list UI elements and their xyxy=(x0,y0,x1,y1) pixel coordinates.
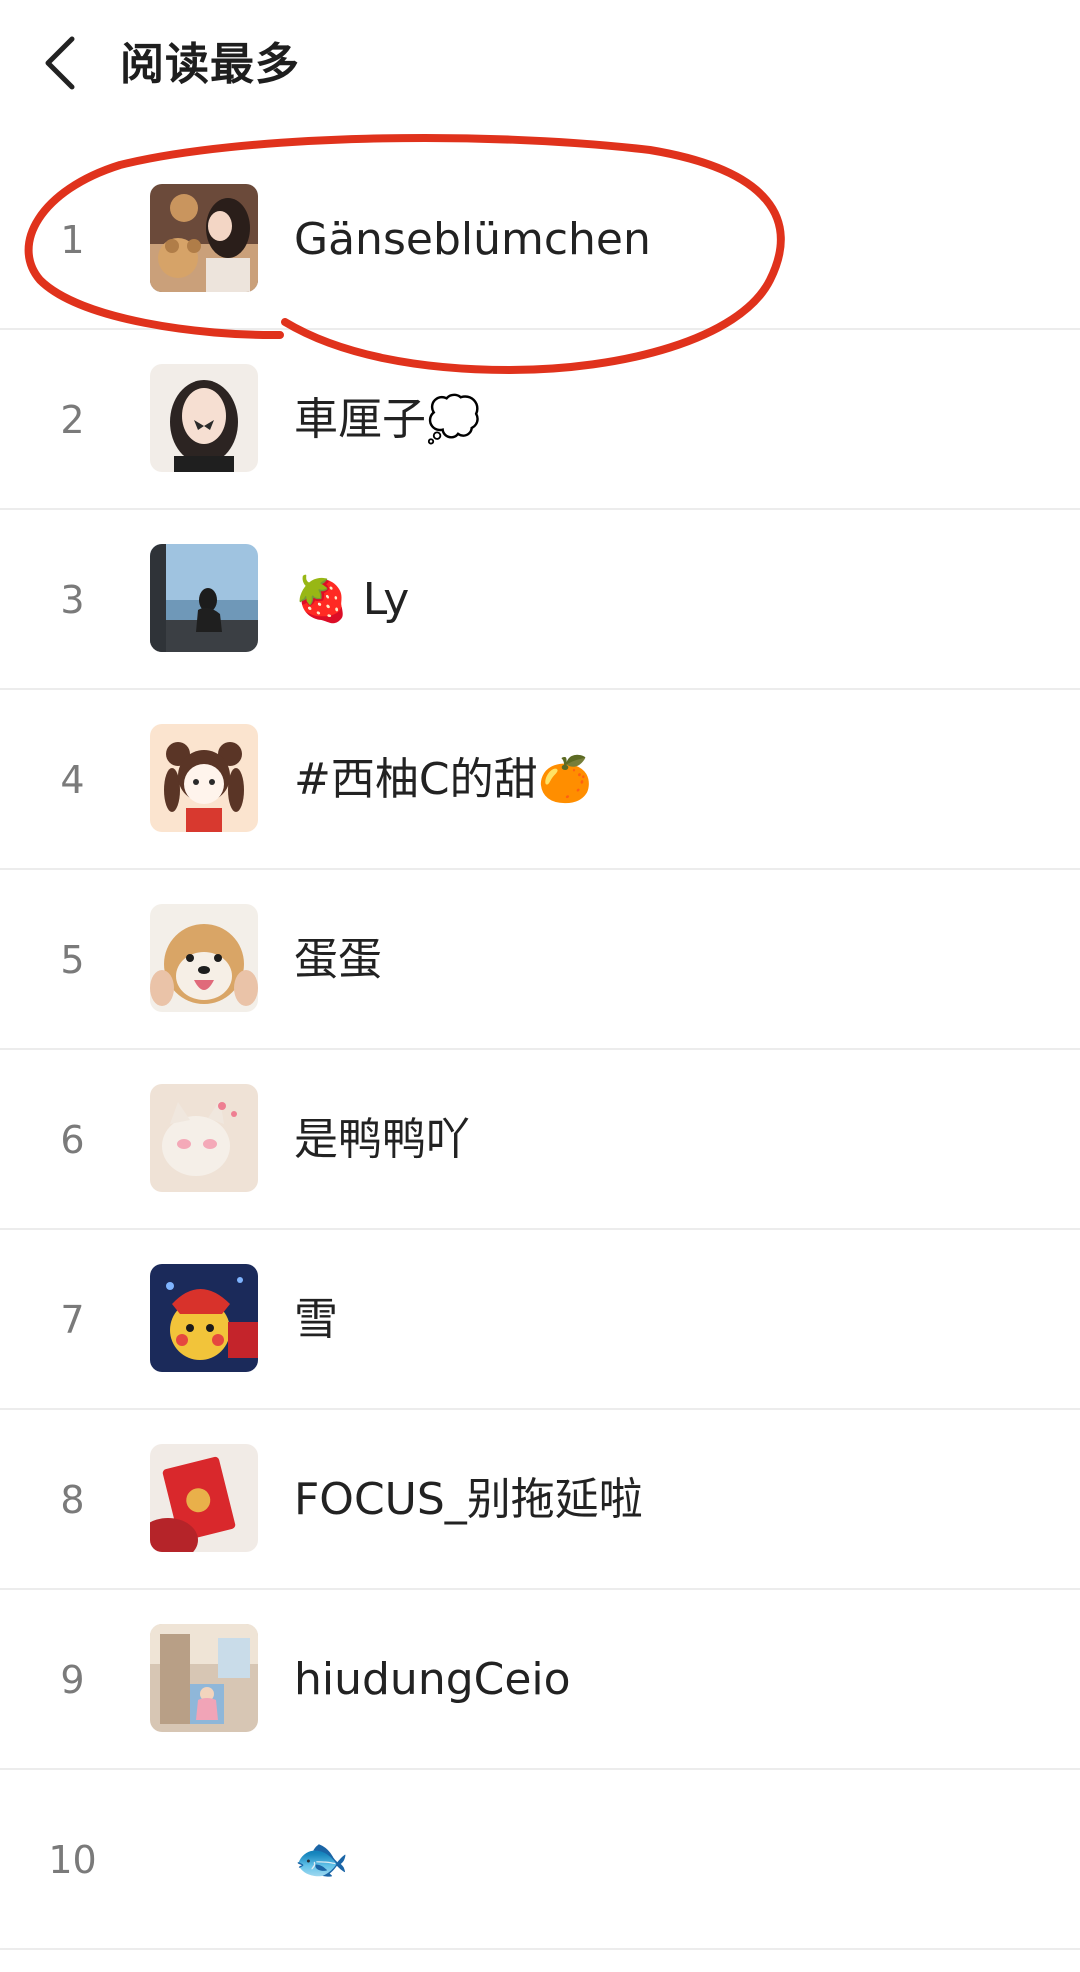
user-name: FOCUS_别拖延啦 xyxy=(294,1474,643,1525)
reader-ranking-list: 1 Gänseblümchen 2 車厘子💭 3 🍓 Ly 4 #西柚C的甜🍊 … xyxy=(0,150,1080,1950)
rank-number: 4 xyxy=(60,758,85,802)
rank-number: 2 xyxy=(60,398,85,442)
user-name: 雪 xyxy=(294,1294,338,1345)
avatar[interactable] xyxy=(150,1624,258,1732)
user-name: 蛋蛋 xyxy=(294,934,382,985)
list-item[interactable]: 6 是鸭鸭吖 xyxy=(0,1050,1080,1230)
list-item[interactable]: 1 Gänseblümchen xyxy=(0,150,1080,330)
user-name: 車厘子💭 xyxy=(294,394,481,445)
avatar[interactable] xyxy=(150,724,258,832)
list-item[interactable]: 4 #西柚C的甜🍊 xyxy=(0,690,1080,870)
user-name: hiudungCeio xyxy=(294,1654,571,1705)
list-item[interactable]: 10 🐟 xyxy=(0,1770,1080,1950)
user-name: #西柚C的甜🍊 xyxy=(294,754,593,805)
rank-number: 8 xyxy=(60,1478,85,1522)
back-button[interactable] xyxy=(30,28,90,98)
user-name: 🍓 Ly xyxy=(294,574,410,625)
rank-number: 7 xyxy=(60,1298,85,1342)
list-item[interactable]: 7 雪 xyxy=(0,1230,1080,1410)
list-item[interactable]: 8 FOCUS_别拖延啦 xyxy=(0,1410,1080,1590)
rank-number: 10 xyxy=(48,1838,97,1882)
avatar[interactable] xyxy=(150,544,258,652)
rank-number: 6 xyxy=(60,1118,85,1162)
avatar[interactable] xyxy=(150,184,258,292)
rank-number: 9 xyxy=(60,1658,85,1702)
avatar[interactable] xyxy=(150,364,258,472)
rank-number: 5 xyxy=(60,938,85,982)
list-item[interactable]: 3 🍓 Ly xyxy=(0,510,1080,690)
chevron-left-icon xyxy=(45,36,75,90)
avatar[interactable] xyxy=(150,904,258,1012)
user-name: 是鸭鸭吖 xyxy=(294,1114,470,1165)
header-bar: 阅读最多 xyxy=(0,0,1080,135)
list-item[interactable]: 2 車厘子💭 xyxy=(0,330,1080,510)
avatar[interactable] xyxy=(150,1444,258,1552)
avatar[interactable] xyxy=(150,1084,258,1192)
rank-number: 3 xyxy=(60,578,85,622)
avatar[interactable] xyxy=(150,1264,258,1372)
user-name: 🐟 xyxy=(294,1834,349,1885)
rank-number: 1 xyxy=(60,218,85,262)
user-name: Gänseblümchen xyxy=(294,214,651,265)
list-item[interactable]: 9 hiudungCeio xyxy=(0,1590,1080,1770)
page-title: 阅读最多 xyxy=(120,39,300,90)
list-item[interactable]: 5 蛋蛋 xyxy=(0,870,1080,1050)
